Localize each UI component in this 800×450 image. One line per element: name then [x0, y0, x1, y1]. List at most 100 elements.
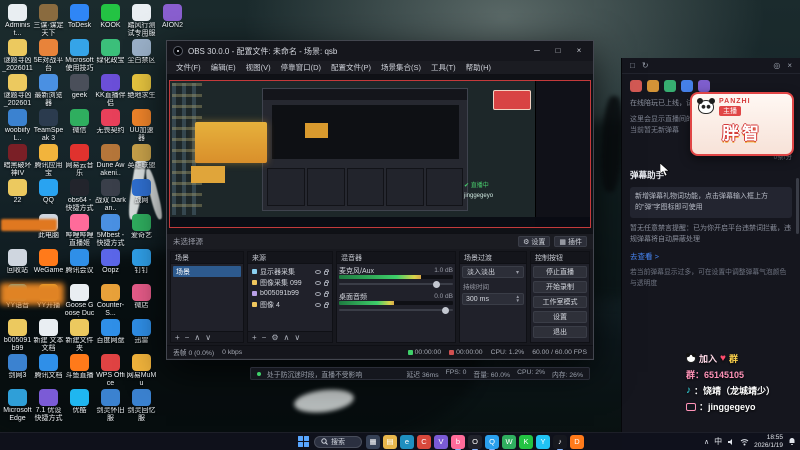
desktop-icon[interactable]: 网易MuMu — [126, 354, 157, 389]
desktop-icon[interactable]: 网易云音乐 — [64, 144, 95, 179]
display-capture-source[interactable]: ✔ 直播中 jinggegeyo — [169, 80, 591, 228]
minimize-button[interactable]: ─ — [529, 42, 545, 60]
desktop-icon[interactable]: 优酷 — [64, 389, 95, 424]
control-button[interactable]: 退出 — [533, 326, 587, 338]
taskbar-app-icon[interactable]: b — [451, 434, 465, 450]
spinbox-arrows[interactable]: ▲ ▼ — [516, 294, 520, 303]
menu-item[interactable]: 配置文件(P) — [326, 62, 376, 73]
desktop-icon[interactable]: 新建 文本文档 — [33, 319, 64, 354]
desktop-icon[interactable]: 剑网3 — [2, 354, 33, 389]
desktop-icon[interactable]: 腾讯会议 — [64, 249, 95, 284]
desktop-icon[interactable]: 微店 — [126, 284, 157, 319]
desktop-icon[interactable]: 百度网盘 — [95, 319, 126, 354]
duration-spinbox[interactable]: 300 ms ▲ ▼ — [462, 293, 524, 305]
scenes-footer-icon[interactable]: − — [185, 333, 190, 342]
desktop-icon[interactable]: 谜题寻凶_2026011 — [2, 39, 33, 74]
control-button[interactable]: 开始录制 — [533, 281, 587, 293]
desktop-icon[interactable]: 无畏契约 — [95, 109, 126, 144]
volume-slider-knob[interactable] — [433, 280, 441, 288]
tray-expand-icon[interactable]: ∧ — [704, 438, 709, 446]
desktop-icon[interactable]: 战双 Dark an.. — [95, 179, 126, 214]
ime-indicator[interactable]: 中 — [714, 436, 722, 447]
visibility-eye-icon[interactable] — [315, 269, 321, 274]
desktop-icon[interactable]: Dune Awakeni.. — [95, 144, 126, 179]
source-list-item[interactable]: 图像采集 099 — [250, 277, 330, 288]
sources-footer-icon[interactable]: − — [262, 333, 267, 342]
plugin-toolbar-button[interactable]: ▦ 插件 — [554, 236, 587, 247]
settings-toolbar-button[interactable]: ⚙ 设置 — [518, 236, 551, 247]
desktop-icon[interactable]: 腾讯应用宝 — [33, 144, 64, 179]
desktop-icon[interactable]: 迅雷 — [126, 319, 157, 354]
close-button[interactable]: × — [571, 42, 587, 60]
desktop-icon[interactable]: 战网 — [126, 179, 157, 214]
desktop-icon[interactable]: geek — [64, 74, 95, 109]
clock[interactable]: 18:55 2026/1/19 — [754, 434, 783, 449]
menu-item[interactable]: 视图(V) — [241, 62, 276, 73]
sources-footer-icon[interactable]: ⚙ — [271, 333, 278, 342]
desktop-icon[interactable]: 绿化政宝 — [95, 39, 126, 74]
taskbar-app-icon[interactable]: V — [434, 434, 448, 449]
pin-icon[interactable]: ◎ — [773, 61, 780, 70]
desktop-icon[interactable]: 哔哩哔哩直播姬 — [64, 214, 95, 249]
assistant-tool-icon[interactable] — [647, 80, 659, 92]
control-button[interactable]: 工作室模式 — [533, 296, 587, 308]
desktop-icon[interactable]: Goose Goose Duck — [64, 284, 95, 319]
lock-icon[interactable] — [324, 301, 329, 308]
sources-footer-icon[interactable]: ∨ — [294, 333, 300, 342]
notification-bell-icon[interactable] — [788, 437, 796, 446]
desktop-icon[interactable]: 新建文件夹 — [64, 319, 95, 354]
desktop-icon[interactable]: 暗黑破坏神IV — [2, 144, 33, 179]
taskbar-app-icon[interactable]: ♪ — [553, 434, 567, 450]
desktop-icon[interactable]: 钉钉 — [126, 249, 157, 284]
desktop-icon[interactable]: 剑灵怀旧服 — [95, 389, 126, 424]
taskbar-app-icon[interactable]: Y — [536, 434, 550, 449]
source-list-item[interactable]: b005091b99 — [250, 288, 330, 299]
volume-slider[interactable] — [339, 305, 453, 314]
desktop-icon[interactable]: Microsoft 使用技巧 — [64, 39, 95, 74]
taskbar-app-icon[interactable]: K — [519, 434, 533, 449]
view-more-link[interactable]: 去查看 > — [630, 251, 792, 262]
menu-item[interactable]: 编辑(E) — [206, 62, 241, 73]
desktop-icon[interactable]: QQ — [33, 179, 64, 214]
desktop-icon[interactable]: 三谋·谋定天下 — [33, 4, 64, 39]
speaker-icon[interactable] — [727, 438, 735, 446]
desktop-icon[interactable]: Microsoft Edge — [2, 389, 33, 424]
assistant-tool-icon[interactable] — [664, 80, 676, 92]
volume-slider-knob[interactable] — [442, 306, 450, 314]
taskbar-app-icon[interactable]: W — [502, 434, 516, 449]
scene-list-item[interactable]: 场景 — [173, 266, 241, 277]
taskbar-app-icon[interactable]: Q — [485, 434, 499, 450]
assistant-tool-icon[interactable] — [630, 80, 642, 92]
desktop-icon[interactable]: WeGame — [33, 249, 64, 284]
source-list-item[interactable]: 图像 4 — [250, 299, 330, 310]
control-button[interactable]: 设置 — [533, 311, 587, 323]
desktop-icon[interactable]: 回收站 — [2, 249, 33, 284]
source-list-item[interactable]: 显示器采集 — [250, 266, 330, 277]
menu-item[interactable]: 文件(F) — [171, 62, 206, 73]
desktop-icon[interactable]: KK直播伴侣 — [95, 74, 126, 109]
obs-titlebar[interactable]: OBS 30.0.0 - 配置文件: 未命名 - 场景: qsb ─ □ × — [167, 41, 593, 61]
taskbar-app-icon[interactable]: C — [417, 434, 431, 449]
menu-item[interactable]: 工具(T) — [426, 62, 461, 73]
desktop-icon[interactable]: 尘白禁区 — [126, 39, 157, 74]
desktop-icon[interactable]: AION2 — [157, 4, 188, 39]
desktop-icon[interactable]: 微信 — [64, 109, 95, 144]
volume-slider[interactable] — [339, 279, 453, 288]
menu-item[interactable]: 场景集合(S) — [376, 62, 426, 73]
desktop-icon[interactable]: obs64 - 快捷方式 — [64, 179, 95, 214]
desktop-icon[interactable]: Administ... — [2, 4, 33, 39]
desktop-icon[interactable]: 谜题寻凶_202601 — [2, 74, 33, 109]
desktop-icon[interactable]: ToDesk — [64, 4, 95, 39]
sources-footer-icon[interactable]: + — [252, 333, 257, 342]
scenes-footer-icon[interactable]: ∨ — [205, 333, 211, 342]
taskbar-app-icon[interactable]: ▦ — [366, 434, 380, 449]
taskbar-app-icon[interactable]: D — [570, 434, 584, 449]
desktop-icon[interactable]: 爱奇艺 — [126, 214, 157, 249]
desktop-icon[interactable]: 最新浏览器 — [33, 74, 64, 109]
desktop-icon[interactable]: 剑灵回忆服 — [126, 389, 157, 424]
refresh-icon[interactable]: ↻ — [642, 61, 649, 70]
desktop-icon[interactable]: 5E对战平台 — [33, 39, 64, 74]
obs-preview-canvas[interactable]: ✔ 直播中 jinggegeyo — [167, 75, 593, 233]
desktop-icon[interactable]: 绝地求生 — [126, 74, 157, 109]
desktop-icon[interactable]: 腾讯文档 — [33, 354, 64, 389]
